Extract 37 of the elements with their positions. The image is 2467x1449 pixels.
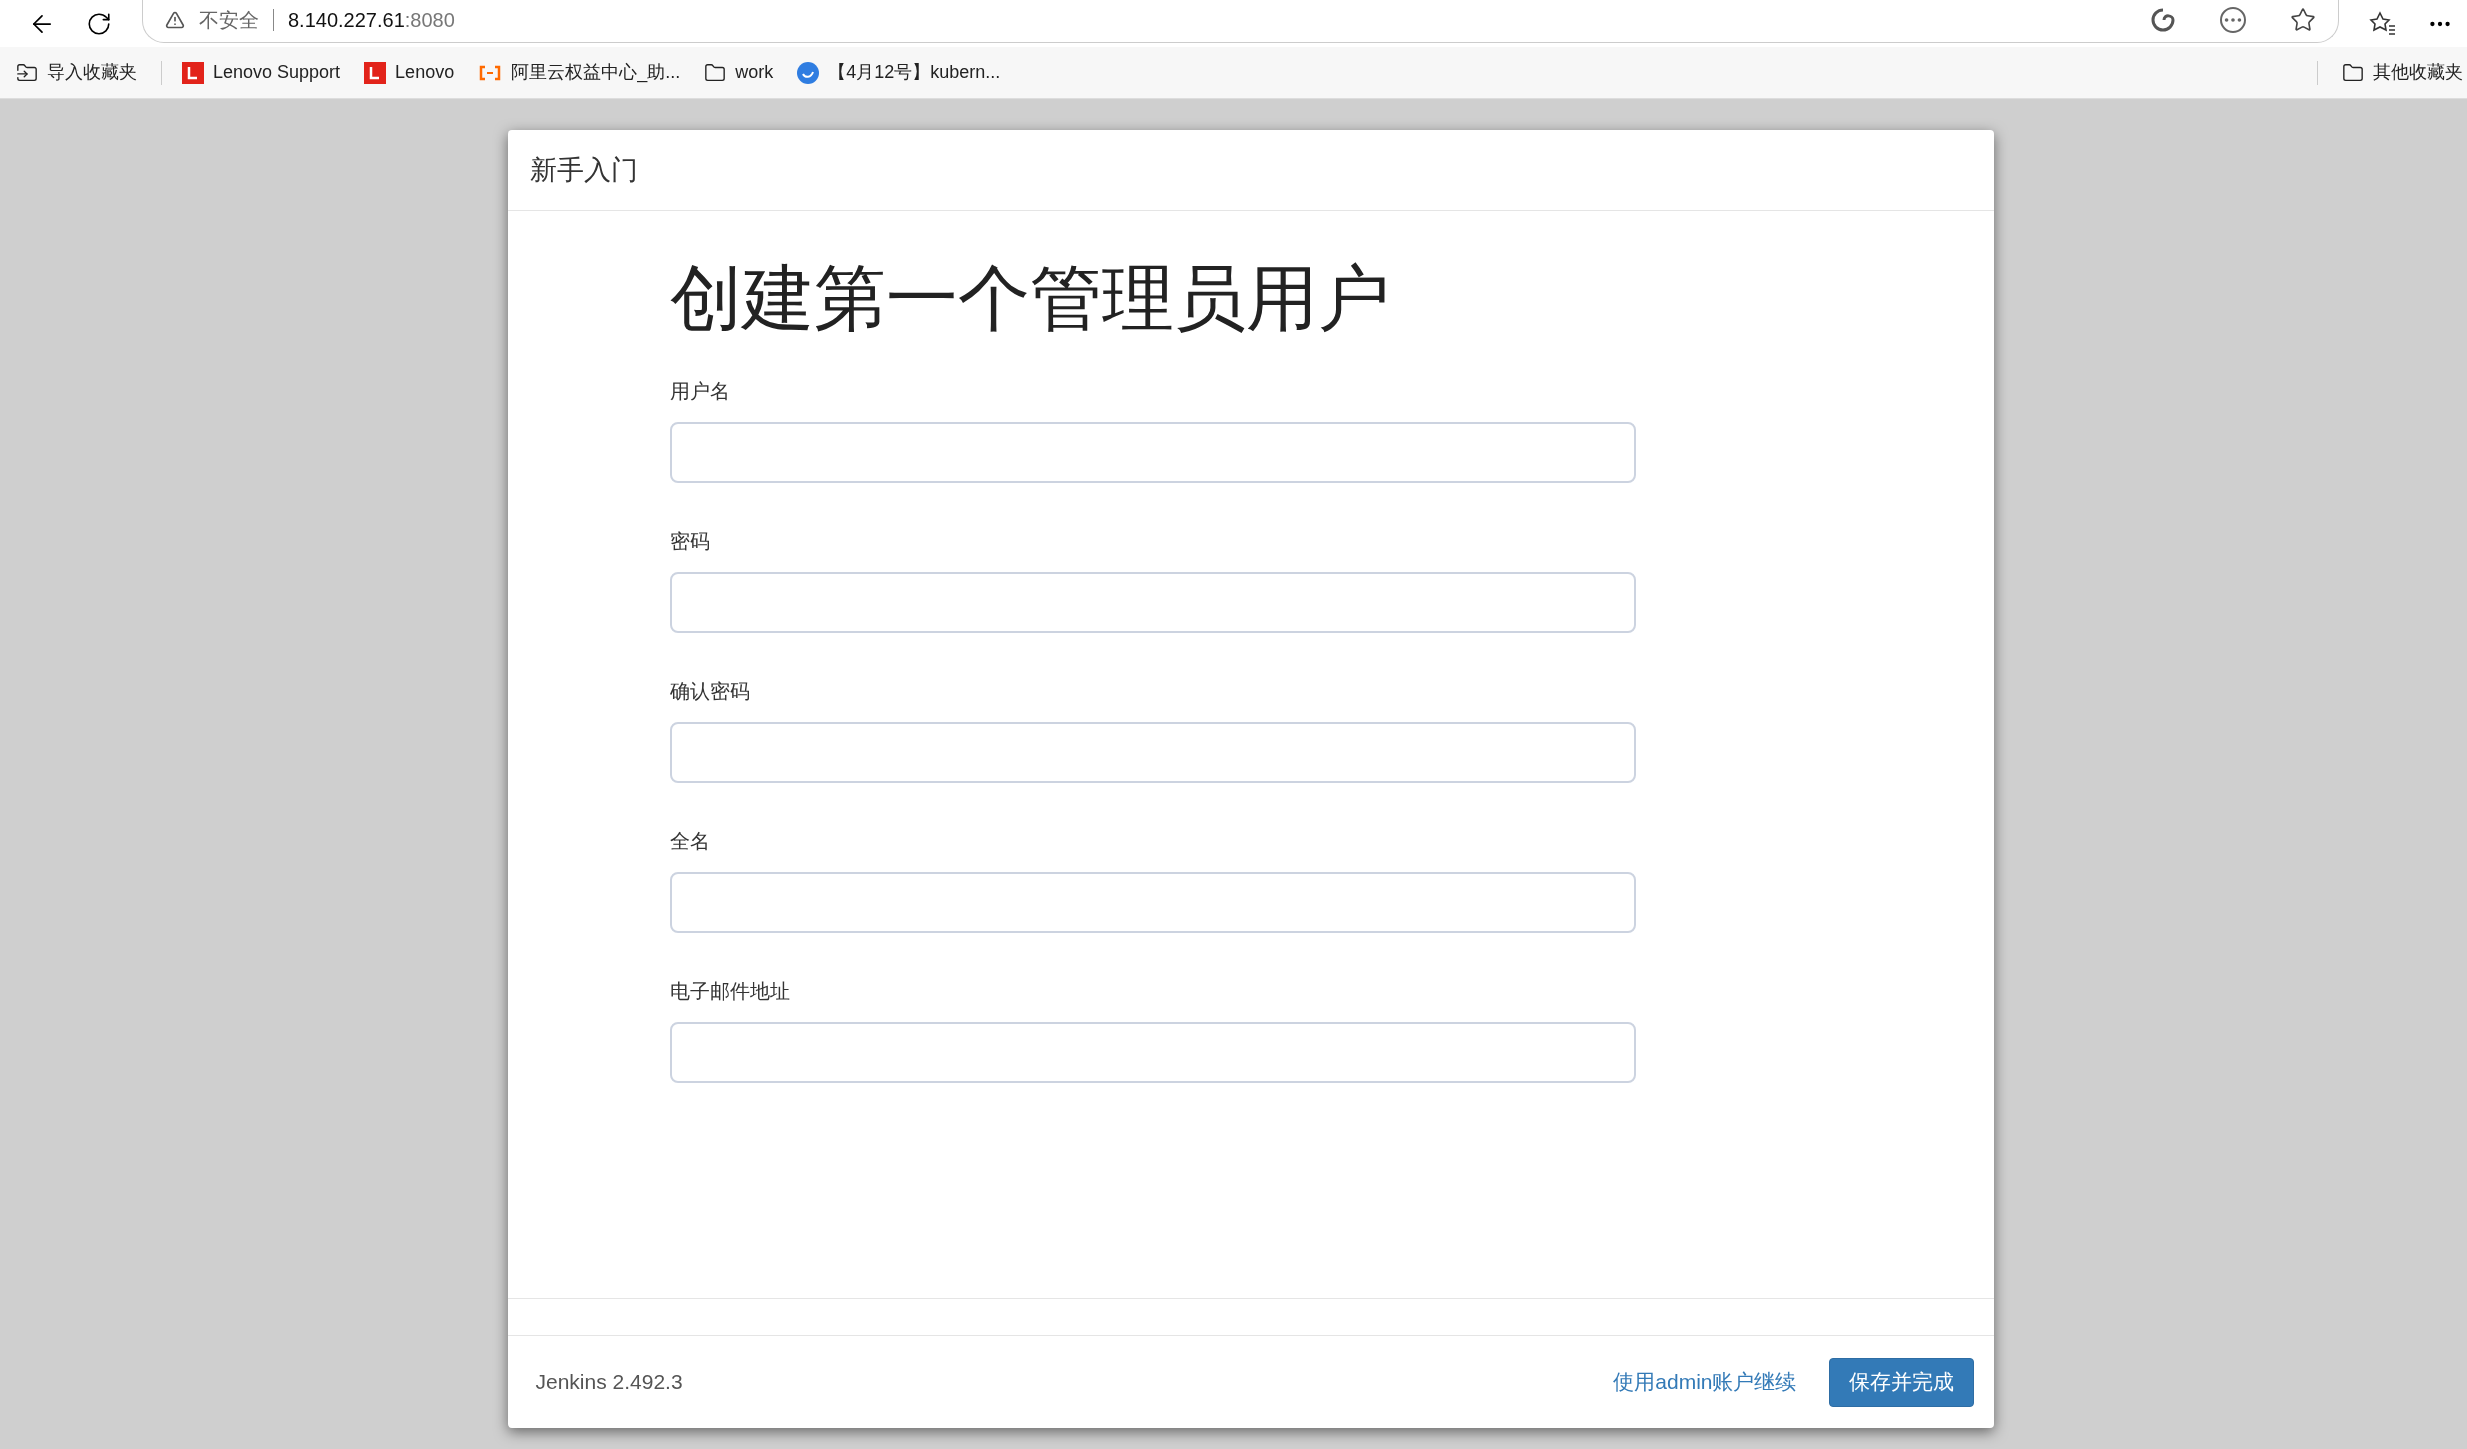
favorite-star-icon[interactable] [2290, 7, 2316, 33]
reload-icon[interactable] [86, 10, 112, 37]
bracket-logo-icon [478, 64, 503, 81]
security-label: 不安全 [199, 8, 259, 33]
page-title: 创建第一个管理员用户 [669, 257, 1391, 340]
letter-logo-icon [182, 61, 204, 84]
dialog-header: 新手入门 [529, 153, 638, 187]
favorites-list-icon[interactable] [2369, 9, 2397, 38]
continue-as-admin-link[interactable]: 使用admin账户继续 [1613, 1366, 1797, 1398]
letter-logo-icon [364, 61, 387, 84]
bookmark-item[interactable]: 【4月12号】kubern... [797, 59, 1001, 86]
address-bar[interactable]: 不安全 8.140.227.61:8080 [142, 0, 2339, 43]
bookmark-item[interactable]: Lenovo [364, 59, 455, 86]
input-field[interactable] [669, 872, 1636, 933]
save-and-finish-button[interactable]: 保存并完成 [1828, 1357, 1974, 1407]
bookmark-item[interactable]: 阿里云权益中心_助... [478, 59, 681, 86]
input-field[interactable] [669, 422, 1636, 483]
input-field[interactable] [669, 722, 1636, 783]
bookmark-item[interactable]: Lenovo Support [182, 59, 341, 86]
folder-import-icon [16, 61, 38, 84]
field-label: 全名 [669, 829, 710, 854]
circle-logo-icon [797, 61, 820, 84]
version-text: Jenkins 2.492.3 [535, 1369, 683, 1396]
folder-icon [704, 61, 727, 84]
warning-icon [165, 10, 185, 30]
field-label: 确认密码 [669, 679, 750, 704]
input-field[interactable] [669, 572, 1636, 633]
bookmark-item[interactable]: 导入收藏夹 [16, 59, 137, 86]
bookmark-item[interactable]: work [704, 59, 774, 86]
field-label: 用户名 [669, 379, 730, 404]
swirl-icon[interactable] [2150, 7, 2176, 33]
field-label: 密码 [669, 529, 710, 554]
field-label: 电子邮件地址 [669, 979, 790, 1004]
bookmark-item[interactable]: 其他收藏夹 [2342, 59, 2463, 86]
input-field[interactable] [669, 1022, 1636, 1083]
url-text: 8.140.227.61:8080 [288, 8, 455, 33]
folder-icon [2342, 61, 2364, 84]
